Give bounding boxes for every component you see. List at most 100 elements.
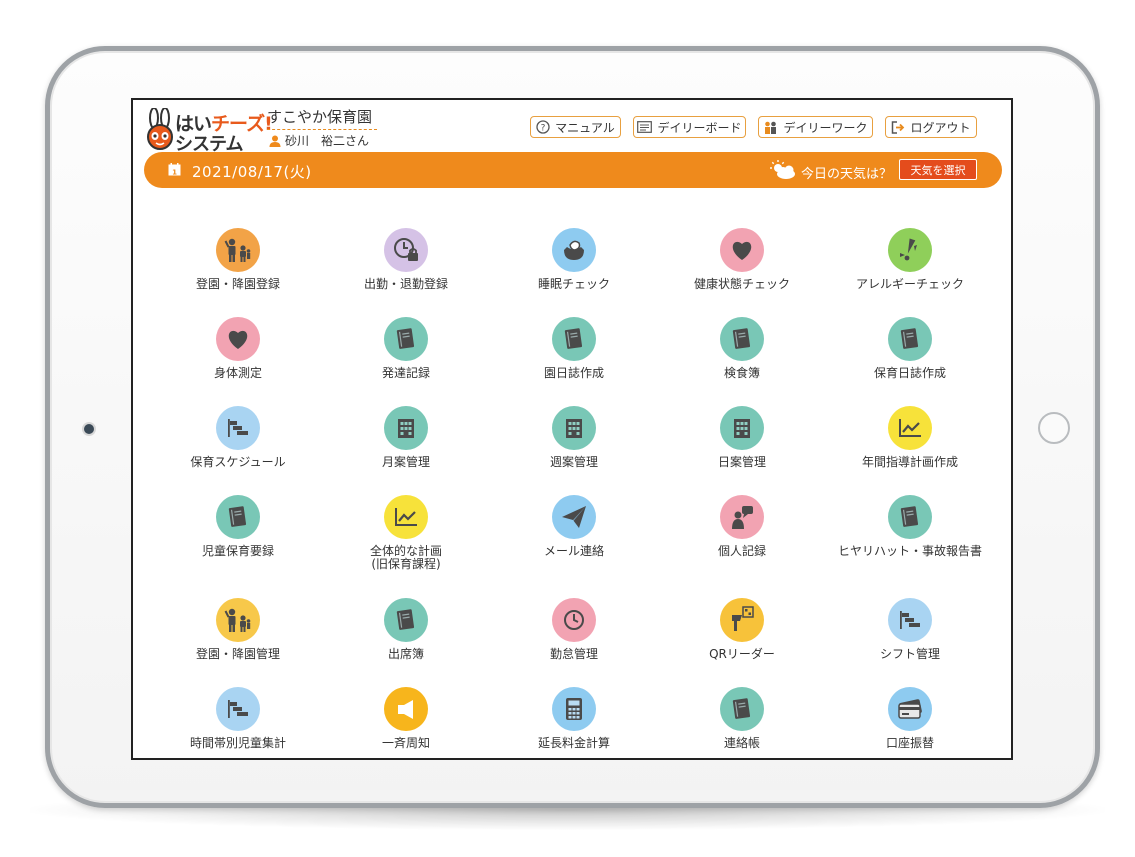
daily-work-button[interactable]: デイリーワーク	[758, 116, 873, 138]
facility-name: すこやか保育園	[267, 106, 377, 130]
menu-item-label: 勤怠管理	[549, 647, 598, 661]
menu-item[interactable]: 保育スケジュール	[154, 406, 322, 488]
user-icon	[269, 135, 281, 147]
book-icon	[216, 495, 260, 539]
clock-lock-icon	[384, 228, 428, 272]
menu-item[interactable]: メール連絡	[490, 495, 658, 577]
menu-item[interactable]: 日案管理	[658, 406, 826, 488]
menu-item[interactable]: 全体的な計画 (旧保育課程)	[322, 495, 490, 577]
menu-item-label: QRリーダー	[709, 647, 775, 661]
logout-button[interactable]: ログアウト	[885, 116, 977, 138]
qr-reader-icon	[720, 598, 764, 642]
menu-item[interactable]: 園日誌作成	[490, 317, 658, 399]
paper-plane-icon	[552, 495, 596, 539]
menu-item[interactable]: 登園・降園登録	[154, 228, 322, 310]
menu-item[interactable]: 個人記録	[658, 495, 826, 577]
current-date: 2021/08/17(火)	[192, 163, 312, 181]
menu-item-label: 登園・降園登録	[195, 277, 280, 291]
menu-item[interactable]: 保育日誌作成	[826, 317, 994, 399]
menu-item[interactable]: QRリーダー	[658, 598, 826, 680]
menu-item-label: 睡眠チェック	[537, 277, 610, 291]
menu-item[interactable]: 延長料金計算	[490, 687, 658, 758]
chart-icon	[888, 406, 932, 450]
menu-item-label: 月案管理	[381, 455, 430, 469]
menu-item[interactable]: 発達記録	[322, 317, 490, 399]
menu-item[interactable]: 睡眠チェック	[490, 228, 658, 310]
menu-item[interactable]: 検食簿	[658, 317, 826, 399]
menu-item-label: 身体測定	[213, 366, 262, 380]
building-icon	[552, 406, 596, 450]
menu-item[interactable]: 年間指導計画作成	[826, 406, 994, 488]
schedule-icon	[216, 406, 260, 450]
menu-item-label: 園日誌作成	[543, 366, 604, 380]
building-icon	[720, 406, 764, 450]
book-icon	[888, 495, 932, 539]
menu-item[interactable]: 時間帯別児童集計	[154, 687, 322, 758]
menu-item[interactable]: 身体測定	[154, 317, 322, 399]
heart-icon	[720, 228, 764, 272]
weather-question: 今日の天気は？	[801, 167, 893, 182]
menu-item-label: 健康状態チェック	[693, 277, 790, 291]
svg-text:?: ?	[541, 124, 546, 134]
weather-icon	[770, 160, 795, 179]
person-speech-icon	[720, 495, 764, 539]
alert-icon	[888, 228, 932, 272]
menu-item-label: シフト管理	[879, 647, 940, 661]
menu-item[interactable]: 出勤・退勤登録	[322, 228, 490, 310]
front-camera	[84, 424, 94, 434]
menu-item[interactable]: 児童保育要録	[154, 495, 322, 577]
megaphone-icon	[384, 687, 428, 731]
menu-item-label: アレルギーチェック	[855, 277, 964, 291]
manual-button[interactable]: ? マニュアル	[530, 116, 621, 138]
menu-item-label: 検食簿	[723, 366, 760, 380]
menu-item[interactable]: 健康状態チェック	[658, 228, 826, 310]
book-icon	[552, 317, 596, 361]
menu-item[interactable]: 週案管理	[490, 406, 658, 488]
book-icon	[720, 687, 764, 731]
people-icon	[765, 121, 777, 134]
user-info: 砂川 裕二さん	[269, 132, 369, 149]
menu-item-label: 口座振替	[885, 736, 934, 750]
menu-item-label: 一斉周知	[381, 736, 430, 750]
svg-text:1: 1	[172, 169, 177, 177]
home-button[interactable]	[1038, 412, 1070, 444]
board-icon	[637, 121, 653, 133]
menu-item-label: 保育日誌作成	[873, 366, 946, 380]
user-name: 砂川 裕二さん	[285, 134, 370, 148]
menu-item-label: メール連絡	[543, 544, 604, 558]
schedule-icon	[216, 687, 260, 731]
calculator-icon	[552, 687, 596, 731]
rabbit-logo-icon	[147, 108, 173, 150]
app-logo[interactable]: はいチーズ! システム	[145, 108, 273, 155]
menu-item[interactable]: 登園・降園管理	[154, 598, 322, 680]
menu-item-label: 登園・降園管理	[195, 647, 280, 661]
book-icon	[888, 317, 932, 361]
menu-item[interactable]: 出席簿	[322, 598, 490, 680]
menu-item[interactable]: ヒヤリハット・事故報告書	[826, 495, 994, 577]
daily-board-button[interactable]: デイリーボード	[633, 116, 746, 138]
menu-item-label: ヒヤリハット・事故報告書	[837, 544, 982, 558]
select-weather-button[interactable]: 天気を選択	[899, 159, 977, 180]
menu-item[interactable]: 勤怠管理	[490, 598, 658, 680]
schedule-icon	[888, 598, 932, 642]
building-icon	[384, 406, 428, 450]
calendar-icon: 1	[168, 163, 181, 176]
card-icon	[888, 687, 932, 731]
book-icon	[384, 317, 428, 361]
menu-item[interactable]: 口座振替	[826, 687, 994, 758]
sleep-icon	[552, 228, 596, 272]
clock-icon	[552, 598, 596, 642]
menu-item-label: 児童保育要録	[201, 544, 274, 558]
menu-item[interactable]: シフト管理	[826, 598, 994, 680]
book-icon	[720, 317, 764, 361]
chart-icon	[384, 495, 428, 539]
menu-item[interactable]: 月案管理	[322, 406, 490, 488]
menu-item[interactable]: 連絡帳	[658, 687, 826, 758]
app-screen: はいチーズ! システム すこやか保育園 砂川 裕二さん ? マニュアル デイリー…	[131, 98, 1013, 760]
menu-item[interactable]: 一斉周知	[322, 687, 490, 758]
menu-item[interactable]: アレルギーチェック	[826, 228, 994, 310]
menu-item-label: 週案管理	[549, 455, 598, 469]
heart-icon	[216, 317, 260, 361]
menu-item-label: 出勤・退勤登録	[363, 277, 448, 291]
logout-icon	[892, 120, 905, 134]
